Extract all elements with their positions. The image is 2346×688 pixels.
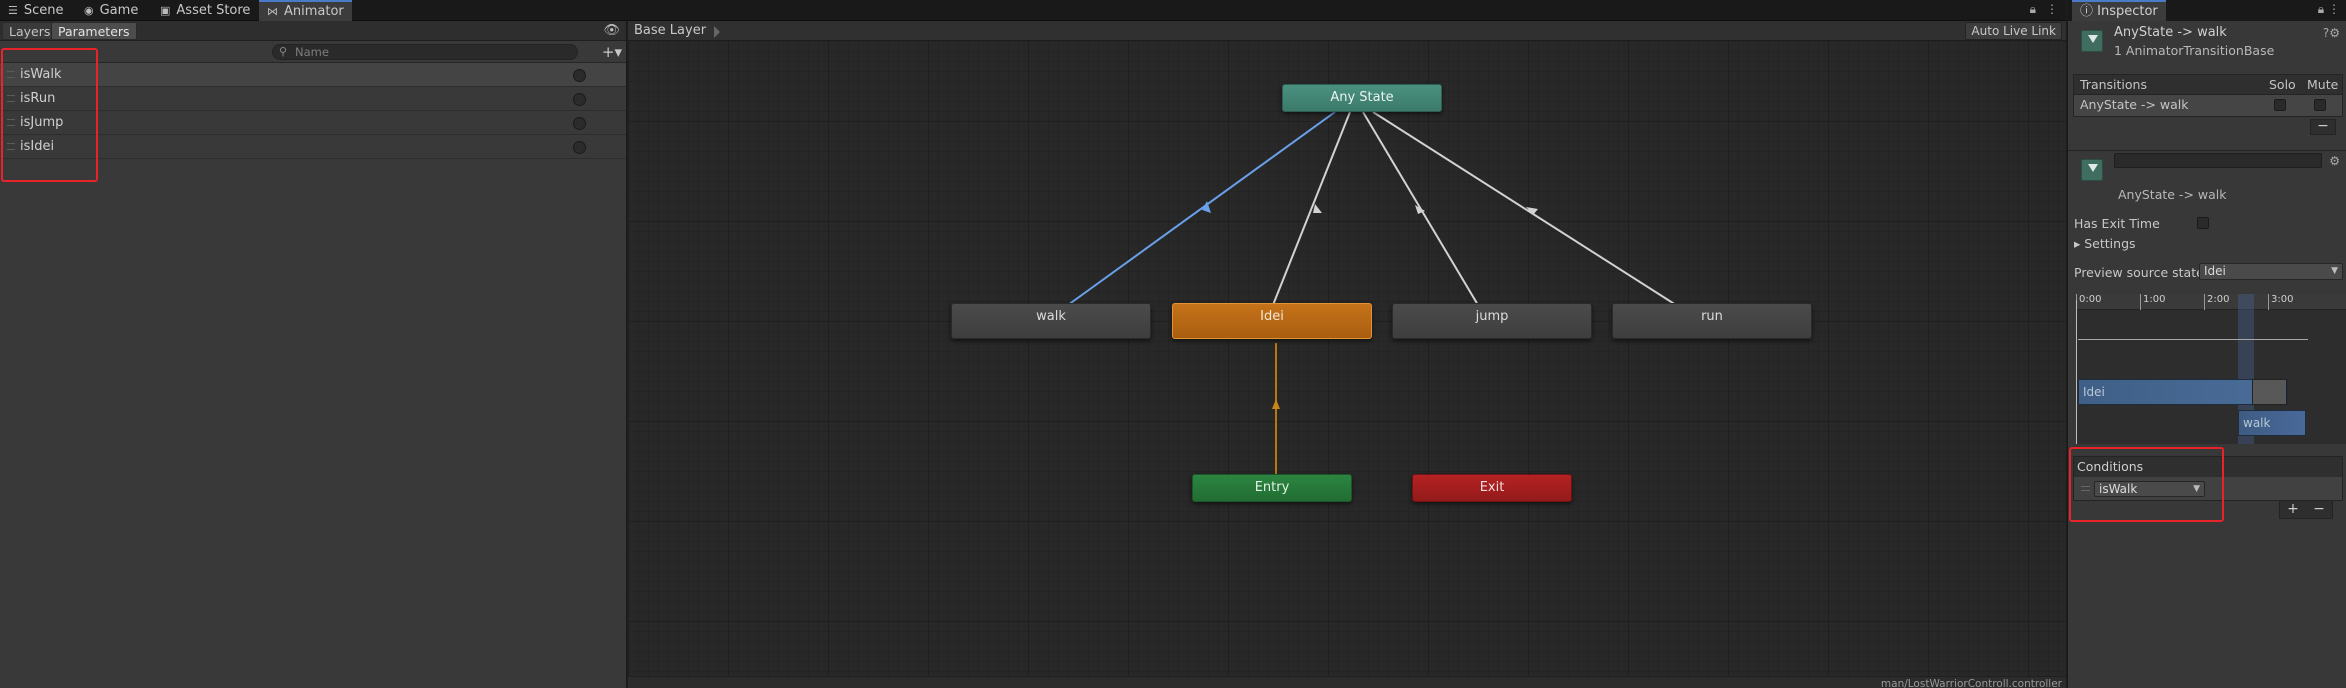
- search-placeholder: Name: [295, 45, 329, 59]
- editor-tab-bar: ☰ Scene ◉ Game ▣ Asset Store ⋈ Animator …: [0, 0, 2066, 21]
- transition-arrow: [1313, 204, 1322, 213]
- settings-label: Settings: [2084, 236, 2136, 251]
- transition-anystate-walk[interactable]: [1067, 111, 1336, 306]
- animator-graph[interactable]: Base Layer Auto Live Link Any State walk…: [628, 21, 2066, 688]
- transitions-label: Transitions: [2080, 77, 2147, 92]
- transition-lines: [1067, 111, 1677, 476]
- remove-condition-button[interactable]: −: [2313, 501, 2325, 518]
- state-exit[interactable]: Exit: [1412, 474, 1572, 502]
- add-parameter-button[interactable]: +▾: [602, 43, 622, 61]
- chevron-down-icon: ▼: [2331, 266, 2338, 276]
- timeline-tick: 0:00: [2076, 294, 2101, 310]
- store-icon: ▣: [160, 4, 171, 17]
- solo-checkbox[interactable]: [2274, 99, 2286, 111]
- tab-scene[interactable]: ☰ Scene: [0, 0, 72, 21]
- state-entry[interactable]: Entry: [1192, 474, 1352, 502]
- blend-curve: [2078, 339, 2308, 340]
- has-exit-time-checkbox[interactable]: [2197, 217, 2209, 229]
- tab-layers[interactable]: Layers: [2, 22, 58, 40]
- state-walk[interactable]: walk: [951, 303, 1151, 339]
- lock-icon[interactable]: 🔒︎: [2030, 2, 2036, 17]
- animator-icon: ⋈: [267, 5, 278, 18]
- settings-foldout[interactable]: ▸ Settings: [2074, 236, 2136, 251]
- transition-row-label: AnyState -> walk: [2080, 97, 2189, 112]
- timeline-tick: 3:00: [2268, 294, 2293, 310]
- inspector-tab-label: Inspector: [2097, 4, 2158, 19]
- tab-animator[interactable]: ⋈ Animator: [259, 0, 352, 21]
- settings-gear-icon[interactable]: ⚙: [2329, 154, 2340, 168]
- remove-transition-button[interactable]: −: [2310, 119, 2336, 135]
- transition-anystate-idei[interactable]: [1272, 111, 1351, 306]
- timeline-tick: 2:00: [2204, 294, 2229, 310]
- transition-icon: [2081, 159, 2103, 181]
- controller-path: man/LostWarriorControll.controller: [1880, 678, 2062, 688]
- condition-buttons: + −: [2279, 501, 2333, 519]
- search-icon: ⚲: [279, 45, 288, 58]
- panel-subtabs: Layers Parameters 👁︎: [0, 21, 626, 41]
- settings-gear-icon[interactable]: ?⚙: [2323, 26, 2340, 40]
- transition-row[interactable]: AnyState -> walk: [2073, 95, 2343, 117]
- tab-inspector[interactable]: ⓘ Inspector: [2072, 0, 2166, 21]
- inspector-subtitle: 1 AnimatorTransitionBase: [2114, 43, 2275, 58]
- state-idei[interactable]: Idei: [1172, 303, 1372, 339]
- parameters-highlight-box: [1, 48, 98, 182]
- info-icon: ⓘ: [2080, 4, 2098, 19]
- state-any-state[interactable]: Any State: [1282, 84, 1442, 112]
- inspector-tab-bar: ⓘ Inspector 🔒︎ ⋮: [2068, 0, 2346, 21]
- transition-name: AnyState -> walk: [2118, 187, 2227, 202]
- playhead[interactable]: [2076, 300, 2077, 444]
- trigger-toggle[interactable]: [573, 93, 586, 106]
- destination-clip-bar[interactable]: walk: [2238, 410, 2306, 436]
- transition-timeline[interactable]: 0:00 1:00 2:00 3:00 Idei walk: [2076, 294, 2346, 444]
- inspector-tab-options[interactable]: 🔒︎ ⋮: [2318, 2, 2340, 17]
- trigger-toggle[interactable]: [573, 69, 586, 82]
- tab-game[interactable]: ◉ Game: [76, 0, 146, 21]
- preview-source-dropdown[interactable]: Idei ▼: [2199, 263, 2343, 280]
- search-input[interactable]: ⚲ Name: [272, 44, 578, 60]
- add-condition-button[interactable]: +: [2287, 501, 2299, 518]
- preview-source-value: Idei: [2204, 264, 2226, 278]
- tab-scene-label: Scene: [23, 3, 64, 18]
- tab-parameters[interactable]: Parameters: [51, 22, 137, 40]
- state-jump[interactable]: jump: [1392, 303, 1592, 339]
- eye-icon[interactable]: 👁︎: [603, 23, 620, 38]
- inspector-panel: ⓘ Inspector 🔒︎ ⋮ AnyState -> walk 1 Anim…: [2067, 0, 2346, 688]
- mute-checkbox[interactable]: [2314, 99, 2326, 111]
- inspector-title: AnyState -> walk: [2114, 25, 2227, 40]
- trigger-toggle[interactable]: [573, 117, 586, 130]
- gamepad-icon: ◉: [84, 4, 94, 17]
- state-run[interactable]: run: [1612, 303, 1812, 339]
- transition-icon: [2081, 30, 2103, 52]
- scene-icon: ☰: [8, 4, 18, 17]
- timeline-tick: 1:00: [2140, 294, 2165, 310]
- source-clip-tail: [2252, 379, 2287, 405]
- tab-game-label: Game: [99, 3, 139, 18]
- transitions-header: Transitions Solo Mute: [2073, 74, 2343, 95]
- status-bar: man/LostWarriorControll.controller: [628, 676, 2066, 688]
- more-icon[interactable]: ⋮: [2046, 2, 2058, 17]
- tab-asset-store-label: Asset Store: [176, 3, 251, 18]
- tab-asset-store[interactable]: ▣ Asset Store: [152, 0, 258, 21]
- transition-name-field[interactable]: [2114, 153, 2322, 168]
- has-exit-time-label: Has Exit Time: [2074, 216, 2160, 231]
- foldout-arrow-icon: ▸: [2074, 236, 2085, 251]
- solo-label: Solo: [2269, 77, 2296, 92]
- transition-arrow: [1272, 399, 1280, 409]
- trigger-toggle[interactable]: [573, 141, 586, 154]
- divider: [2068, 150, 2346, 151]
- timeline-ruler: 0:00 1:00 2:00 3:00: [2076, 294, 2346, 310]
- mute-label: Mute: [2307, 77, 2339, 92]
- conditions-highlight-box: [2069, 447, 2224, 522]
- tab-animator-label: Animator: [284, 4, 344, 19]
- preview-source-label: Preview source state: [2074, 265, 2204, 280]
- tab-options: 🔒︎ ⋮: [2030, 2, 2058, 17]
- transitions-list: Transitions Solo Mute AnyState -> walk −: [2073, 74, 2343, 144]
